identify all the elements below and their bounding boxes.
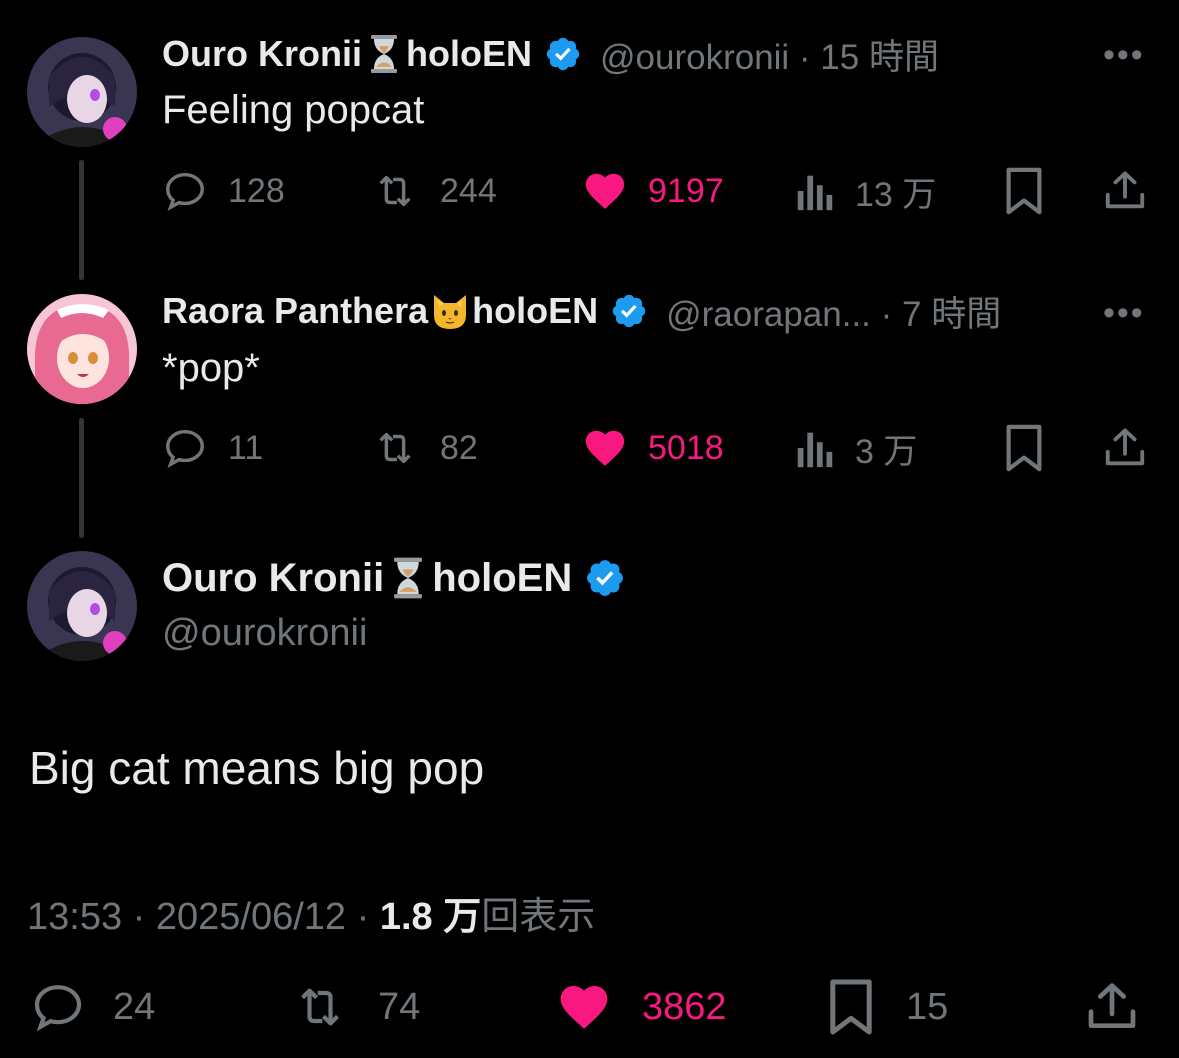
- reply-button[interactable]: 128: [162, 166, 285, 216]
- main-tweet-text: Big cat means big pop: [29, 742, 485, 794]
- analytics-icon: [797, 175, 833, 211]
- like-count: 9197: [648, 171, 724, 210]
- main-tweet-header: Ouro Kronii holoEN: [162, 556, 626, 600]
- tweet-text: Feeling popcat: [162, 88, 425, 132]
- timestamp[interactable]: 13:53 · 2025/06/12 ·: [27, 896, 380, 938]
- retweet-button[interactable]: 74: [288, 982, 420, 1032]
- verified-badge-icon: [610, 292, 648, 330]
- retweet-icon: [301, 988, 339, 1026]
- reply-icon: [166, 172, 204, 212]
- retweet-button[interactable]: 244: [370, 166, 497, 216]
- hourglass-icon: [386, 556, 430, 600]
- view-count: 13 万: [855, 175, 937, 214]
- handle[interactable]: @ourokronii: [162, 612, 367, 655]
- views-button[interactable]: 13 万: [795, 166, 936, 216]
- thread-line: [79, 418, 84, 538]
- reply-count: 11: [228, 428, 264, 467]
- retweet-icon: [379, 175, 411, 207]
- share-button[interactable]: [1102, 423, 1148, 473]
- display-name[interactable]: Ouro Kronii: [162, 556, 384, 601]
- reply-button[interactable]: 24: [29, 982, 155, 1032]
- reply-count: 24: [113, 985, 156, 1028]
- like-count: 3862: [642, 985, 727, 1028]
- bookmark-icon: [830, 979, 872, 1035]
- bookmark-button[interactable]: [1002, 166, 1046, 216]
- like-button[interactable]: 5018: [582, 423, 724, 473]
- hourglass-icon: [364, 34, 404, 74]
- retweet-button[interactable]: 82: [370, 423, 478, 473]
- display-name[interactable]: Raora Panthera: [162, 290, 428, 332]
- reply-icon: [34, 985, 82, 1032]
- reply-count: 128: [228, 171, 285, 210]
- views-label: 回表示: [481, 896, 596, 938]
- handle-and-time[interactable]: @ourokronii · 15 時間: [600, 29, 939, 80]
- bookmark-button[interactable]: 15: [826, 979, 949, 1035]
- like-count: 5018: [648, 428, 724, 467]
- display-name-suffix[interactable]: holoEN: [472, 290, 598, 332]
- like-button[interactable]: 3862: [554, 982, 727, 1032]
- tweet-header: Ouro Kronii holoEN @ourokronii · 15 時間: [162, 32, 939, 77]
- heart-filled-icon: [585, 173, 625, 209]
- share-button[interactable]: [1102, 166, 1148, 216]
- reply-icon: [166, 429, 204, 469]
- bookmark-icon: [1006, 424, 1042, 472]
- more-options-icon[interactable]: •••: [1103, 36, 1145, 75]
- tweet-text: *pop*: [162, 346, 260, 390]
- thread-line: [79, 160, 84, 280]
- heart-filled-icon: [560, 986, 608, 1029]
- share-button[interactable]: [1084, 982, 1140, 1032]
- timestamp-views: 13:53 · 2025/06/12 · 1.8 万回表示: [27, 885, 595, 940]
- share-icon: [1088, 983, 1136, 1028]
- bookmark-count: 15: [906, 985, 949, 1028]
- cat-face-icon: [430, 291, 470, 331]
- retweet-count: 82: [440, 428, 478, 467]
- avatar[interactable]: [27, 551, 137, 661]
- share-icon: [1105, 428, 1145, 466]
- display-name-suffix[interactable]: holoEN: [406, 33, 532, 75]
- verified-badge-icon: [584, 557, 626, 599]
- share-icon: [1105, 171, 1145, 209]
- analytics-icon: [797, 432, 833, 468]
- tweet-header: Raora Panthera holoEN @raorapan... · 7 時…: [162, 289, 1001, 334]
- display-name-suffix[interactable]: holoEN: [432, 556, 572, 601]
- handle-and-time[interactable]: @raorapan... · 7 時間: [666, 286, 1001, 337]
- retweet-count: 74: [378, 985, 421, 1028]
- bookmark-icon: [1006, 167, 1042, 215]
- views-button[interactable]: 3 万: [795, 423, 917, 473]
- retweet-icon: [379, 432, 411, 464]
- display-name[interactable]: Ouro Kronii: [162, 33, 362, 75]
- retweet-count: 244: [440, 171, 497, 210]
- like-button[interactable]: 9197: [582, 166, 724, 216]
- reply-button[interactable]: 11: [162, 423, 263, 473]
- views-count: 1.8 万: [379, 896, 482, 938]
- verified-badge-icon: [544, 35, 582, 73]
- heart-filled-icon: [585, 430, 625, 466]
- more-options-icon[interactable]: •••: [1103, 294, 1145, 333]
- avatar[interactable]: [27, 294, 137, 404]
- bookmark-button[interactable]: [1002, 423, 1046, 473]
- view-count: 3 万: [855, 432, 918, 471]
- avatar[interactable]: [27, 37, 137, 147]
